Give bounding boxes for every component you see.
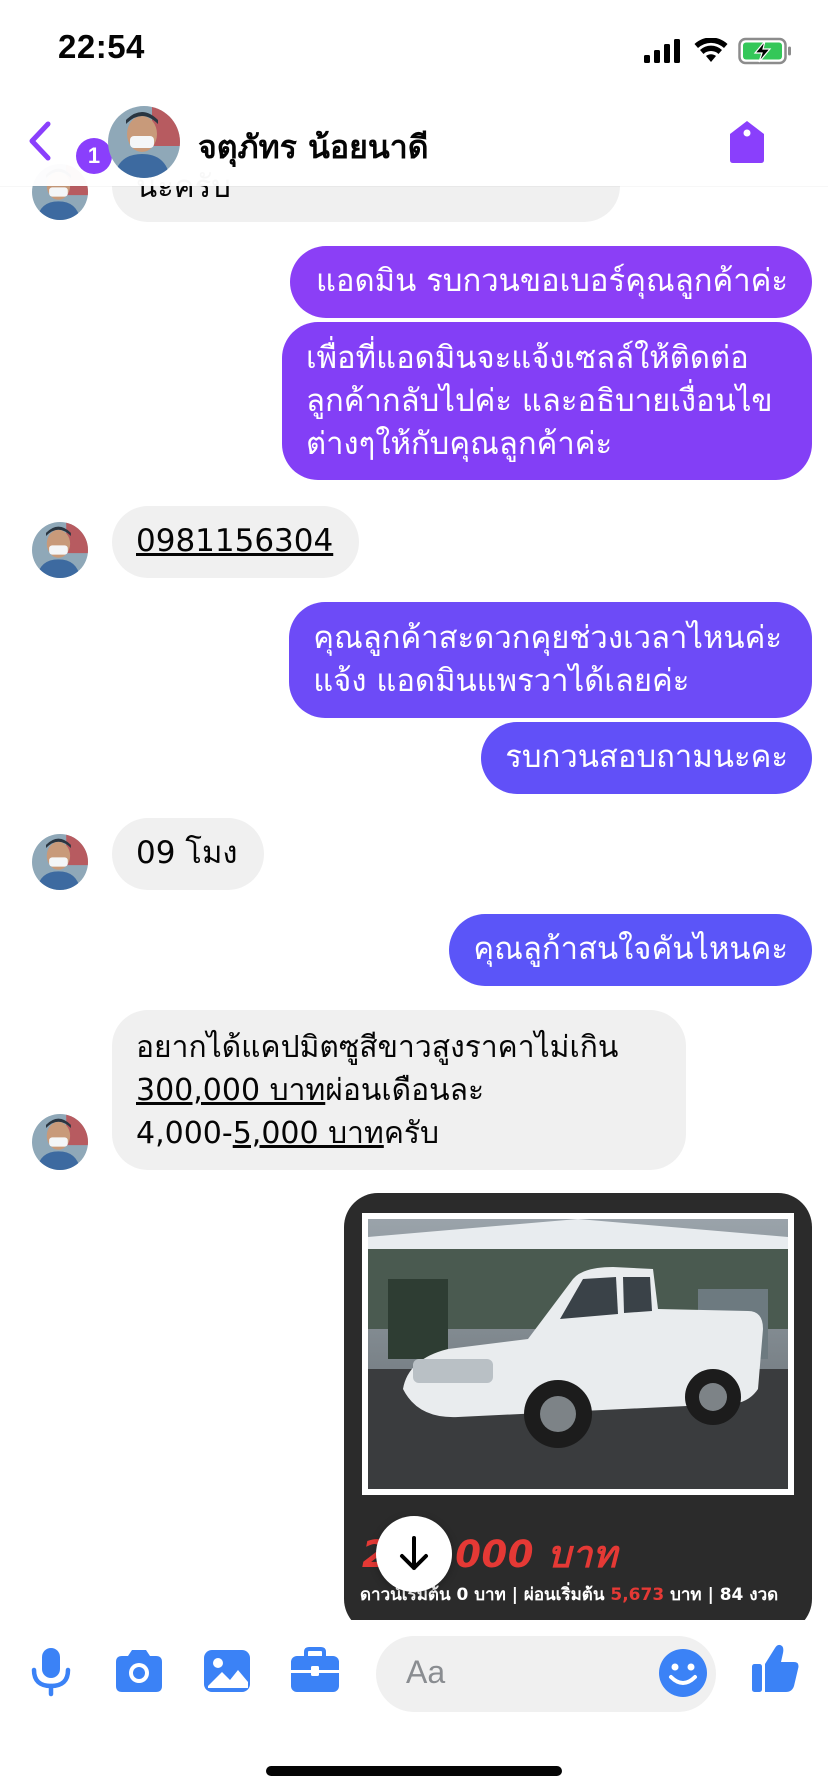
message-bubble-outgoing[interactable]: เพื่อที่แอดมินจะแจ้งเซลล์ให้ติดต่อ ลูกค้…: [282, 322, 812, 480]
message-text-line: 4,000-5,000 บาทครับ: [136, 1112, 666, 1155]
unit-label: บาท: [474, 1585, 506, 1605]
contact-name[interactable]: จตุภัทร น้อยนาดี: [198, 122, 429, 173]
sender-avatar[interactable]: [32, 834, 88, 890]
signal-icon: [644, 39, 680, 63]
message-text-line: ลูกค้ากลับไปค่ะ และอธิบายเงื่อนไข: [306, 383, 773, 419]
emoji-button[interactable]: [656, 1646, 710, 1700]
status-bar: 22:54: [0, 0, 828, 100]
message-list[interactable]: นะครับ แอดมิน รบกวนขอเบอร์คุณลูกค้าค่ะ เ…: [0, 0, 828, 1620]
microphone-icon: [31, 1648, 71, 1697]
tag-icon[interactable]: [726, 118, 768, 164]
camera-button[interactable]: [112, 1644, 166, 1698]
unit-label: บาท: [670, 1585, 702, 1605]
image-icon: [204, 1650, 250, 1692]
price-link[interactable]: 5,000 บาท: [233, 1116, 384, 1151]
message-bubble-incoming[interactable]: 09 โมง: [112, 818, 264, 890]
unread-badge: 1: [76, 138, 112, 174]
car-photo[interactable]: [362, 1213, 794, 1495]
conversation-header: 1 จตุภัทร น้อยนาดี: [0, 100, 828, 186]
message-text-line: เพื่อที่แอดมินจะแจ้งเซลล์ให้ติดต่อ: [306, 340, 749, 376]
installment-label: ผ่อนเริ่มต้น: [523, 1585, 605, 1605]
installment-value: 5,673: [610, 1585, 665, 1605]
home-indicator: [266, 1766, 562, 1776]
message-text: แอดมิน รบกวนขอเบอร์คุณลูกค้าค่ะ: [315, 263, 788, 299]
message-text-line: ต่างๆให้กับคุณลูกค้าค่ะ: [306, 426, 613, 462]
wifi-icon: [694, 38, 728, 62]
chevron-left-icon: [29, 121, 51, 161]
status-time: 22:54: [58, 28, 145, 65]
contact-avatar[interactable]: [108, 106, 180, 178]
message-text: คุณลูก้าสนใจคันไหนคะ: [473, 931, 788, 967]
message-text: 09 โมง: [136, 835, 238, 871]
thumbs-up-icon: [752, 1644, 799, 1692]
message-input-box[interactable]: [376, 1636, 716, 1712]
microphone-button[interactable]: [24, 1644, 78, 1698]
like-button[interactable]: [748, 1642, 802, 1696]
briefcase-icon: [291, 1647, 339, 1692]
message-text: ครับ: [383, 1116, 440, 1151]
arrow-down-icon: [400, 1536, 428, 1570]
installment-term: 84 งวด: [719, 1585, 779, 1605]
phone-number-link[interactable]: 0981156304: [136, 523, 333, 559]
sender-avatar[interactable]: [32, 1114, 88, 1170]
battery-charging-icon: [738, 37, 791, 65]
message-input[interactable]: [406, 1654, 626, 1691]
message-bubble-outgoing[interactable]: แอดมิน รบกวนขอเบอร์คุณลูกค้าค่ะ: [289, 246, 812, 318]
sender-avatar[interactable]: [32, 522, 88, 578]
message-bubble-outgoing[interactable]: คุณลูกค้าสะดวกคุยช่วงเวลาไหนค่ะ แจ้ง แอด…: [289, 602, 812, 718]
back-button[interactable]: 1: [24, 118, 112, 174]
message-text-line: อยากได้แคปมิตซูสีขาวสูงราคาไม่เกิน: [136, 1030, 619, 1065]
status-icons: [644, 36, 792, 66]
scroll-to-bottom-button[interactable]: [376, 1516, 452, 1592]
message-bubble-outgoing[interactable]: คุณลูก้าสนใจคันไหนคะ: [449, 914, 812, 986]
gallery-button[interactable]: [200, 1644, 254, 1698]
composer-bar: [0, 1620, 828, 1792]
camera-icon: [116, 1650, 162, 1692]
message-text: รบกวนสอบถามนะคะ: [505, 739, 788, 775]
message-bubble-outgoing[interactable]: รบกวนสอบถามนะคะ: [481, 722, 812, 794]
message-text-line: 300,000 บาทผ่อนเดือนละ: [136, 1069, 666, 1112]
price-link[interactable]: 300,000 บาท: [136, 1073, 325, 1108]
separator: |: [511, 1585, 518, 1605]
down-payment-value: 0: [456, 1585, 469, 1605]
separator: |: [707, 1585, 714, 1605]
message-bubble-incoming[interactable]: อยากได้แคปมิตซูสีขาวสูงราคาไม่เกิน 300,0…: [112, 1010, 686, 1170]
smiley-icon: [659, 1649, 707, 1697]
message-text: ผ่อนเดือนละ: [325, 1073, 485, 1108]
message-text: 4,000-: [136, 1116, 233, 1151]
apps-button[interactable]: [288, 1644, 342, 1698]
message-text-line: คุณลูกค้าสะดวกคุยช่วงเวลาไหนค่ะ: [313, 620, 782, 656]
message-bubble-incoming[interactable]: 0981156304: [112, 506, 360, 578]
message-text-line: แจ้ง แอดมินแพรวาได้เลยค่ะ: [313, 663, 690, 699]
